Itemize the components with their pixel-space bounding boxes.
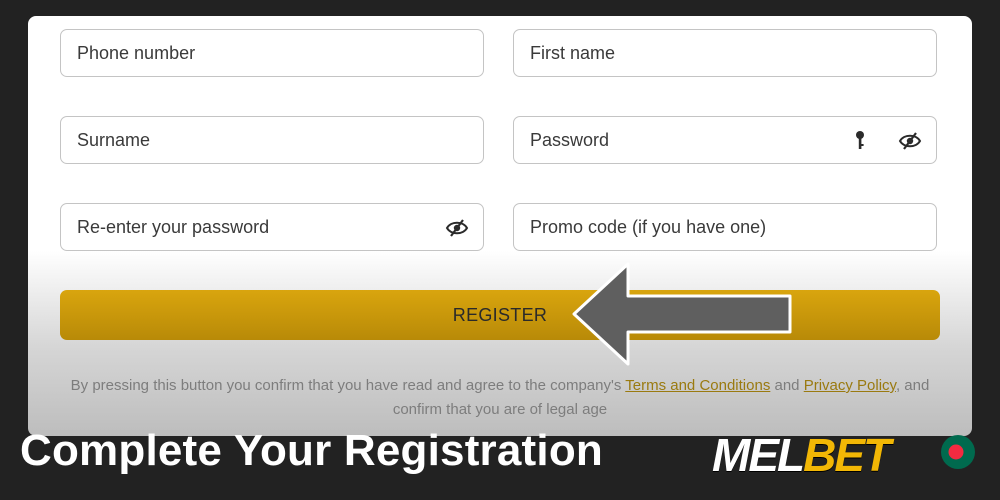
- key-icon[interactable]: [848, 129, 872, 153]
- bangladesh-flag-icon: [941, 435, 975, 469]
- melbet-logo: MELBET: [712, 428, 891, 482]
- phone-number-field[interactable]: Phone number: [60, 29, 484, 77]
- eye-hidden-icon[interactable]: [898, 129, 922, 153]
- page-title: Complete Your Registration: [20, 426, 603, 475]
- privacy-policy-link[interactable]: Privacy Policy: [804, 377, 896, 394]
- logo-part-bet: BET: [803, 429, 891, 481]
- password-placeholder: Password: [530, 129, 610, 150]
- first-name-field[interactable]: First name: [513, 29, 937, 77]
- legal-and: and: [774, 377, 800, 394]
- register-button[interactable]: REGISTER: [60, 290, 940, 340]
- reenter-password-field[interactable]: Re-enter your password: [60, 203, 484, 251]
- arrow-left-icon: [572, 262, 792, 366]
- promo-code-field[interactable]: Promo code (if you have one): [513, 203, 937, 251]
- eye-hidden-icon[interactable]: [445, 216, 469, 240]
- promo-code-placeholder: Promo code (if you have one): [530, 216, 767, 237]
- password-field[interactable]: Password: [513, 116, 937, 164]
- reenter-password-placeholder: Re-enter your password: [77, 216, 270, 237]
- surname-placeholder: Surname: [77, 129, 151, 150]
- first-name-placeholder: First name: [530, 42, 616, 63]
- legal-prefix: By pressing this button you confirm that…: [70, 377, 622, 394]
- phone-number-placeholder: Phone number: [77, 42, 196, 63]
- legal-disclaimer: By pressing this button you confirm that…: [58, 374, 942, 422]
- registration-form: Phone number First name Surname Password…: [28, 16, 972, 436]
- logo-part-mel: MEL: [712, 429, 805, 481]
- surname-field[interactable]: Surname: [60, 116, 484, 164]
- terms-and-conditions-link[interactable]: Terms and Conditions: [625, 377, 770, 394]
